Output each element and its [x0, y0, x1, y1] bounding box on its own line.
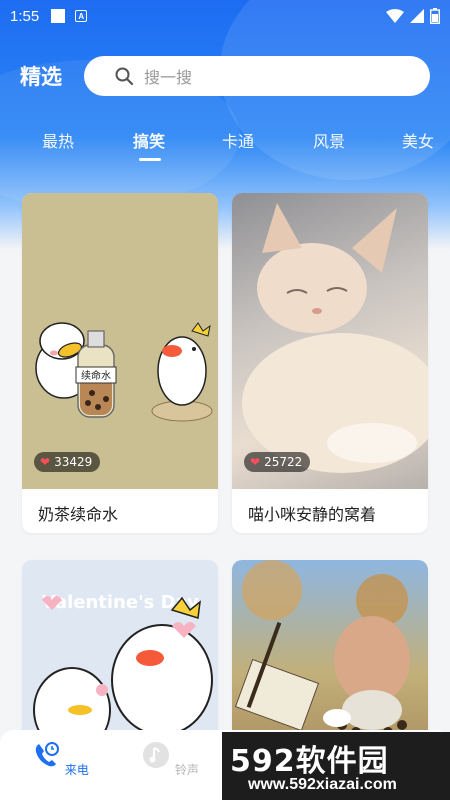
wallpaper-image[interactable]: 续命水: [22, 193, 218, 489]
watermark-url: www.592xiazai.com: [248, 776, 397, 793]
likes-count: 25722: [264, 455, 303, 469]
phone-icon: [35, 742, 60, 767]
search-input[interactable]: 搜一搜: [84, 56, 430, 96]
wallpaper-title: 奶茶续命水: [38, 505, 119, 524]
active-tab-indicator: [139, 158, 161, 161]
tab-cartoon[interactable]: 卡通: [222, 128, 254, 152]
watermark-brand: 592软件园: [230, 744, 389, 779]
nav-label: 铃声: [174, 763, 199, 777]
wifi-icon: [386, 9, 404, 23]
duck-milk-tea-illustration: 续命水: [35, 322, 213, 422]
tab-funny[interactable]: 搞笑: [133, 128, 165, 152]
status-bar: 1:55 A: [0, 0, 450, 32]
search-icon: [115, 67, 134, 86]
likes-badge: ❤ 25722: [244, 452, 311, 472]
signal-icon: [410, 9, 424, 23]
tab-scenery[interactable]: 风景: [313, 128, 345, 152]
nav-incoming-call[interactable]: 来电: [30, 740, 90, 778]
notification-icon: [51, 9, 66, 23]
tab-beauty[interactable]: 美女: [402, 128, 434, 152]
search-placeholder: 搜一搜: [144, 68, 193, 87]
likes-count: 33429: [54, 455, 93, 469]
nav-ringtone[interactable]: 铃声: [140, 740, 200, 778]
heart-icon: ❤: [40, 455, 51, 469]
kitten-photo: [242, 203, 428, 473]
heart-icon: ❤: [250, 455, 261, 469]
wallpaper-card[interactable]: 续命水 ❤ 33429 奶茶续命水: [22, 193, 218, 533]
wallpaper-card[interactable]: ❤ 25722 喵小咪安静的窝着: [232, 193, 428, 533]
music-note-icon: [143, 742, 170, 768]
a-notification-icon: A: [75, 10, 88, 22]
header: 精选 搜一搜: [0, 56, 450, 96]
wallpaper-image[interactable]: [232, 193, 428, 489]
svg-text:续命水: 续命水: [81, 369, 111, 382]
category-tabs: 最热 搞笑 卡通 风景 美女: [0, 120, 450, 160]
nav-label: 来电: [64, 763, 89, 777]
wallpaper-title: 喵小咪安静的窝着: [248, 505, 377, 524]
status-time: 1:55: [10, 7, 40, 25]
tab-hottest[interactable]: 最热: [42, 128, 74, 152]
watermark-logo: 592软件园 www.592xiazai.com: [222, 732, 450, 800]
likes-badge: ❤ 33429: [34, 452, 101, 472]
battery-icon: [430, 8, 440, 24]
page-title: 精选: [20, 65, 62, 89]
